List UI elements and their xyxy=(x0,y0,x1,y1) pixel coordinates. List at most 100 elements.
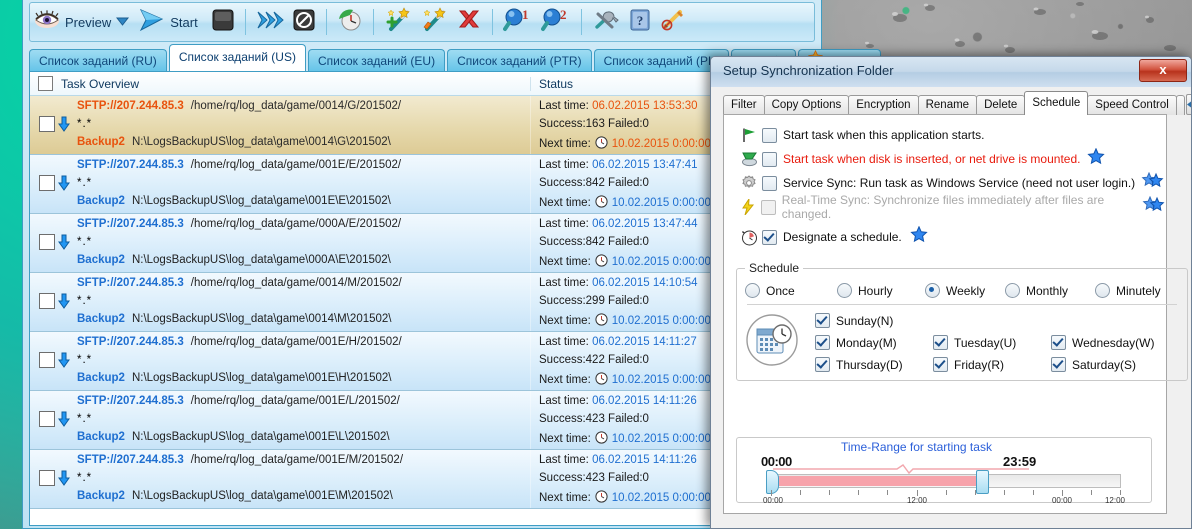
row-checkbox[interactable] xyxy=(39,234,55,250)
row-checkbox[interactable] xyxy=(39,293,55,309)
download-arrow-icon xyxy=(57,116,71,132)
day-tuesday-checkbox[interactable] xyxy=(933,335,948,350)
option-start-on-disk-insert[interactable]: Start task when disk is inserted, or net… xyxy=(724,147,1166,171)
table-row[interactable]: SFTP://207.244.85.3/home/rq/log_data/gam… xyxy=(30,214,814,273)
table-row[interactable]: SFTP://207.244.85.3/home/rq/log_data/gam… xyxy=(30,96,814,155)
tab-filter[interactable]: Filter xyxy=(723,95,765,115)
start-button[interactable]: Start xyxy=(133,4,206,40)
tab-rename[interactable]: Rename xyxy=(917,95,978,115)
day-friday[interactable]: Friday(R) xyxy=(931,357,1049,372)
day-sunday[interactable]: Sunday(N) xyxy=(813,313,931,328)
day-wednesday[interactable]: Wednesday(W) xyxy=(1049,335,1179,350)
start-on-app-start-checkbox[interactable] xyxy=(762,127,777,143)
tabs-scroll-left-button[interactable] xyxy=(1185,94,1191,115)
designate-schedule-checkbox[interactable] xyxy=(762,229,777,245)
row-select-cell[interactable] xyxy=(39,175,71,191)
day-saturday-checkbox[interactable] xyxy=(1051,357,1066,372)
preview-button[interactable]: Preview xyxy=(30,4,133,40)
radio-weekly[interactable]: Weekly xyxy=(925,283,1005,298)
tab-tasklist-ru[interactable]: Список заданий (RU) xyxy=(29,49,167,72)
select-all-checkbox[interactable] xyxy=(38,76,53,91)
row-counters: Success:842 Failed:0 xyxy=(539,236,649,248)
day-monday-checkbox[interactable] xyxy=(815,335,830,350)
time-range-slider-track[interactable] xyxy=(771,474,1121,488)
table-row[interactable]: SFTP://207.244.85.3/home/rq/log_data/gam… xyxy=(30,155,814,214)
radio-minutely[interactable]: Minutely xyxy=(1095,283,1161,298)
tab-copy-options[interactable]: Copy Options xyxy=(763,95,850,115)
tab-schedule[interactable]: Schedule xyxy=(1024,91,1089,115)
row-select-cell[interactable] xyxy=(39,352,71,368)
history-button[interactable] xyxy=(333,4,367,40)
row-dest-path: N:\LogsBackupUS\log_data\game\000A\E\201… xyxy=(131,254,391,266)
day-thursday[interactable]: Thursday(D) xyxy=(813,357,931,372)
row-source-path: /home/rq/log_data/game/001E/E/201502/ xyxy=(190,159,402,171)
tab-speed-control[interactable]: Speed Control xyxy=(1087,95,1177,115)
column-task-overview[interactable]: Task Overview xyxy=(30,76,530,91)
table-row[interactable]: SFTP://207.244.85.3/home/rq/log_data/gam… xyxy=(30,273,814,332)
row-select-cell[interactable] xyxy=(39,293,71,309)
prohibit-button[interactable] xyxy=(288,4,320,40)
delete-task-button[interactable] xyxy=(452,4,486,40)
day-monday[interactable]: Monday(M) xyxy=(813,335,931,350)
search2-button[interactable]: 2 xyxy=(537,4,575,40)
day-sunday-checkbox[interactable] xyxy=(815,313,830,328)
log-button[interactable] xyxy=(656,4,690,40)
close-icon[interactable]: x xyxy=(1139,59,1187,82)
edit-task-button[interactable] xyxy=(416,4,452,40)
schedule-tab-panel: Start task when this application starts.… xyxy=(723,114,1188,514)
day-wednesday-label: Wednesday(W) xyxy=(1072,335,1155,350)
table-row[interactable]: SFTP://207.244.85.3/home/rq/log_data/gam… xyxy=(30,332,814,391)
row-source-scheme: SFTP://207.244.85.3 xyxy=(77,454,184,466)
option-service-sync[interactable]: Service Sync: Run task as Windows Servic… xyxy=(724,171,1166,195)
row-select-cell[interactable] xyxy=(39,411,71,427)
row-checkbox[interactable] xyxy=(39,116,55,132)
tab-log[interactable]: Lo xyxy=(1175,95,1185,115)
fast-forward-button[interactable] xyxy=(252,4,288,40)
new-feature-double-star-icon xyxy=(1141,171,1165,195)
row-checkbox[interactable] xyxy=(39,470,55,486)
start-on-disk-insert-checkbox[interactable] xyxy=(762,151,777,167)
tools-button[interactable] xyxy=(588,4,624,40)
tab-tasklist-pl[interactable]: Список заданий (PL) xyxy=(593,49,729,72)
dialog-titlebar[interactable]: Setup Synchronization Folder x xyxy=(711,57,1191,88)
option-designate-schedule[interactable]: Designate a schedule. xyxy=(724,225,1166,249)
tab-delete[interactable]: Delete xyxy=(976,95,1026,115)
tab-tasklist-ptr[interactable]: Список заданий (PTR) xyxy=(447,49,592,72)
radio-monthly[interactable]: Monthly xyxy=(1005,283,1095,298)
day-friday-checkbox[interactable] xyxy=(933,357,948,372)
day-saturday[interactable]: Saturday(S) xyxy=(1049,357,1179,372)
radio-hourly[interactable]: Hourly xyxy=(837,283,925,298)
task-list-tabs: Список заданий (RU) Список заданий (US) … xyxy=(29,44,881,72)
tab-encryption[interactable]: Encryption xyxy=(848,95,919,115)
realtime-sync-checkbox[interactable] xyxy=(760,199,776,215)
weekday-selection: Sunday(N) Monday(M) Tuesday(U) Wednesday… xyxy=(745,313,1179,372)
row-select-cell[interactable] xyxy=(39,470,71,486)
day-tuesday[interactable]: Tuesday(U) xyxy=(931,335,1049,350)
row-select-cell[interactable] xyxy=(39,116,71,132)
axis-label-0: 00:00 xyxy=(762,496,784,505)
chevron-down-icon[interactable] xyxy=(116,13,130,31)
option-realtime-sync[interactable]: Real-Time Sync: Synchronize files immedi… xyxy=(724,193,1166,221)
tab-tasklist-eu[interactable]: Список заданий (EU) xyxy=(307,49,446,72)
add-task-wand-icon xyxy=(384,6,412,38)
row-destination: Backup2 N:\LogsBackupUS\log_data\game\001… xyxy=(77,136,391,148)
row-checkbox[interactable] xyxy=(39,175,55,191)
service-sync-checkbox[interactable] xyxy=(762,175,777,191)
row-checkbox[interactable] xyxy=(39,411,55,427)
day-wednesday-checkbox[interactable] xyxy=(1051,335,1066,350)
help-icon: ? xyxy=(628,8,652,37)
row-next-time-label: Next time: xyxy=(539,256,591,268)
help-button[interactable]: ? xyxy=(624,4,656,40)
radio-once[interactable]: Once xyxy=(745,283,837,298)
table-row[interactable]: SFTP://207.244.85.3/home/rq/log_data/gam… xyxy=(30,450,814,509)
table-row[interactable]: SFTP://207.244.85.3/home/rq/log_data/gam… xyxy=(30,391,814,450)
search1-button[interactable]: 1 xyxy=(499,4,537,40)
option-start-on-app-start[interactable]: Start task when this application starts. xyxy=(724,123,1166,147)
day-thursday-checkbox[interactable] xyxy=(815,357,830,372)
add-task-button[interactable] xyxy=(380,4,416,40)
row-select-cell[interactable] xyxy=(39,234,71,250)
tab-tasklist-us[interactable]: Список заданий (US) xyxy=(168,44,306,72)
row-counters: Success:422 Failed:0 xyxy=(539,354,649,366)
stop-button[interactable] xyxy=(207,4,239,40)
row-checkbox[interactable] xyxy=(39,352,55,368)
